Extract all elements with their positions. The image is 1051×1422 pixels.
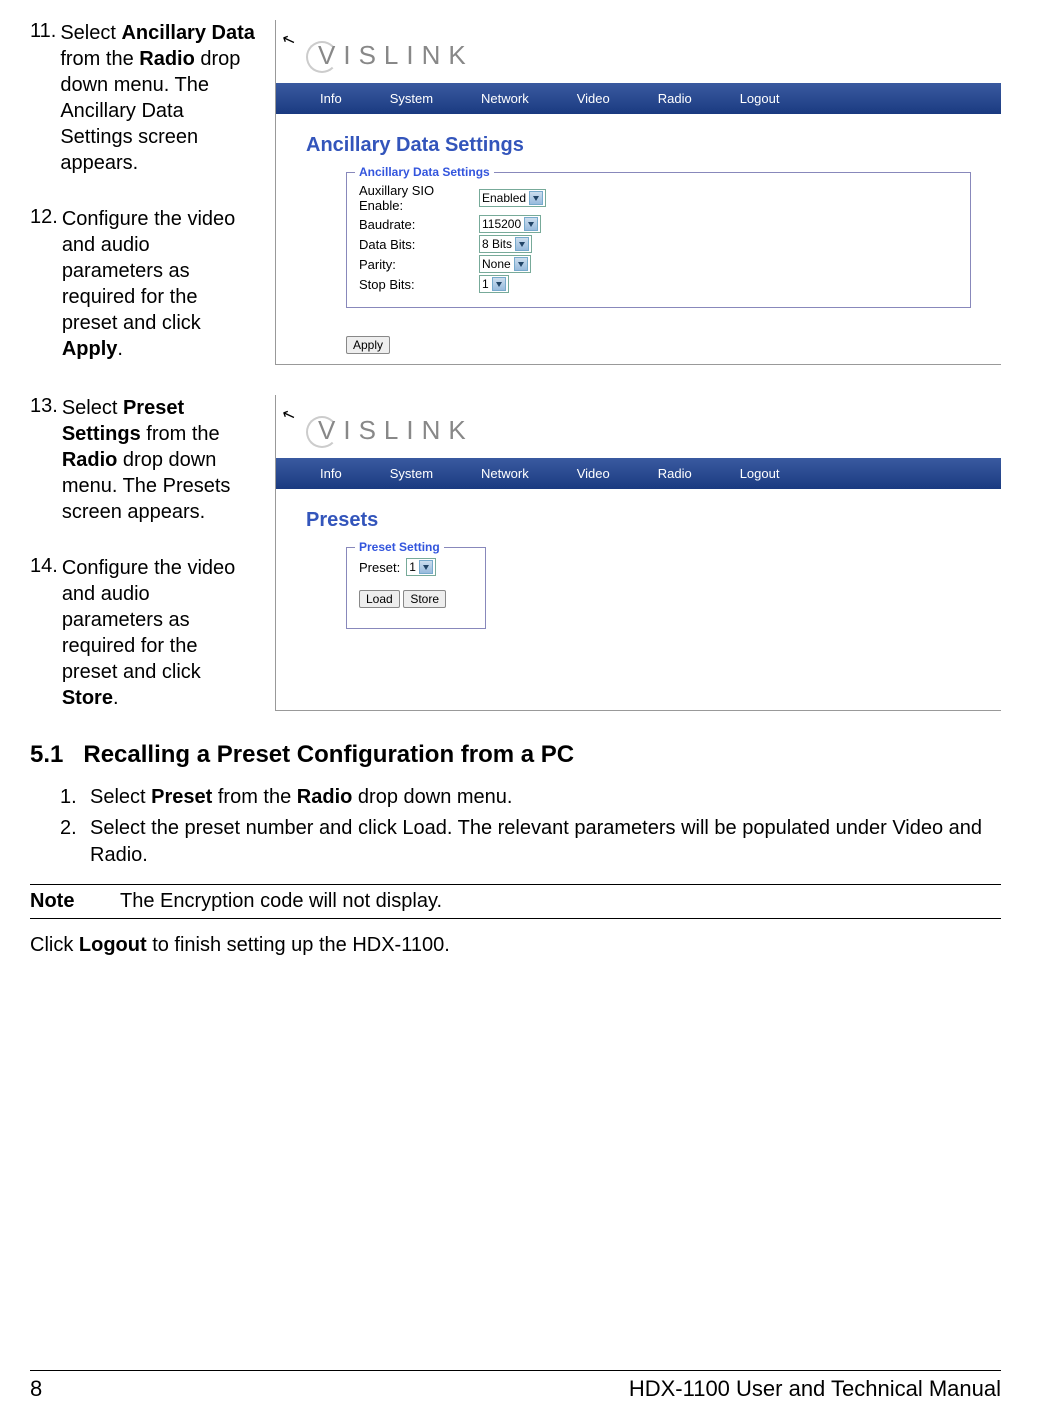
databits-label: Data Bits: [359,237,479,252]
menubar: Info System Network Video Radio Logout [276,83,1001,114]
menu-logout[interactable]: Logout [716,87,804,110]
load-button[interactable]: Load [359,590,400,608]
step-14: 14. Configure the video and audio parame… [30,555,255,711]
presets-screenshot: ↖ VISLINK Info System Network Video Radi… [275,395,1001,711]
chevron-down-icon [515,237,529,251]
step-group-presets: 13. Select Preset Settings from the Radi… [30,395,1001,711]
preset-label: Preset: [359,560,400,575]
section-heading: 5.1Recalling a Preset Configuration from… [30,741,1001,769]
section-step-1: 1. Select Preset from the Radio drop dow… [60,784,1001,811]
final-instruction: Click Logout to finish setting up the HD… [30,934,1001,957]
baud-label: Baudrate: [359,217,479,232]
menu-info[interactable]: Info [296,87,366,110]
step-12: 12. Configure the video and audio parame… [30,206,255,362]
menu-network[interactable]: Network [457,87,553,110]
step-group-ancillary: 11. Select Ancillary Data from the Radio… [30,20,1001,365]
store-button[interactable]: Store [403,590,446,608]
page-title: Ancillary Data Settings [276,114,1001,172]
menu-radio[interactable]: Radio [634,87,716,110]
databits-select[interactable]: 8 Bits [479,235,532,253]
parity-select[interactable]: None [479,255,531,273]
logo: VISLINK [276,395,1001,458]
apply-button[interactable]: Apply [346,336,390,354]
ancillary-screenshot: ↖ VISLINK Info System Network Video Radi… [275,20,1001,365]
menu-network[interactable]: Network [457,462,553,485]
baud-select[interactable]: 115200 [479,215,541,233]
chevron-down-icon [524,217,538,231]
chevron-down-icon [492,277,506,291]
chevron-down-icon [514,257,528,271]
menu-logout[interactable]: Logout [716,462,804,485]
sio-select[interactable]: Enabled [479,189,546,207]
parity-label: Parity: [359,257,479,272]
menu-radio[interactable]: Radio [634,462,716,485]
preset-fieldset: Preset Setting Preset:1 Load Store [346,547,486,629]
sio-label: Auxillary SIO Enable: [359,183,479,213]
note-box: Note The Encryption code will not displa… [30,884,1001,919]
menu-system[interactable]: System [366,462,457,485]
page-footer: 8 HDX-1100 User and Technical Manual [30,1370,1001,1402]
logo: VISLINK [276,20,1001,83]
menu-system[interactable]: System [366,87,457,110]
menu-video[interactable]: Video [553,87,634,110]
page-title: Presets [276,489,1001,547]
ancillary-fieldset: Ancillary Data Settings Auxillary SIO En… [346,172,971,308]
page-number: 8 [30,1376,42,1402]
doc-title: HDX-1100 User and Technical Manual [629,1376,1001,1402]
stopbits-select[interactable]: 1 [479,275,509,293]
step-13: 13. Select Preset Settings from the Radi… [30,395,255,525]
section-step-2: 2. Select the preset number and click Lo… [60,815,1001,869]
menu-video[interactable]: Video [553,462,634,485]
chevron-down-icon [419,560,433,574]
chevron-down-icon [529,191,543,205]
stopbits-label: Stop Bits: [359,277,479,292]
step-11: 11. Select Ancillary Data from the Radio… [30,20,255,176]
menubar: Info System Network Video Radio Logout [276,458,1001,489]
menu-info[interactable]: Info [296,462,366,485]
preset-select[interactable]: 1 [406,558,436,576]
